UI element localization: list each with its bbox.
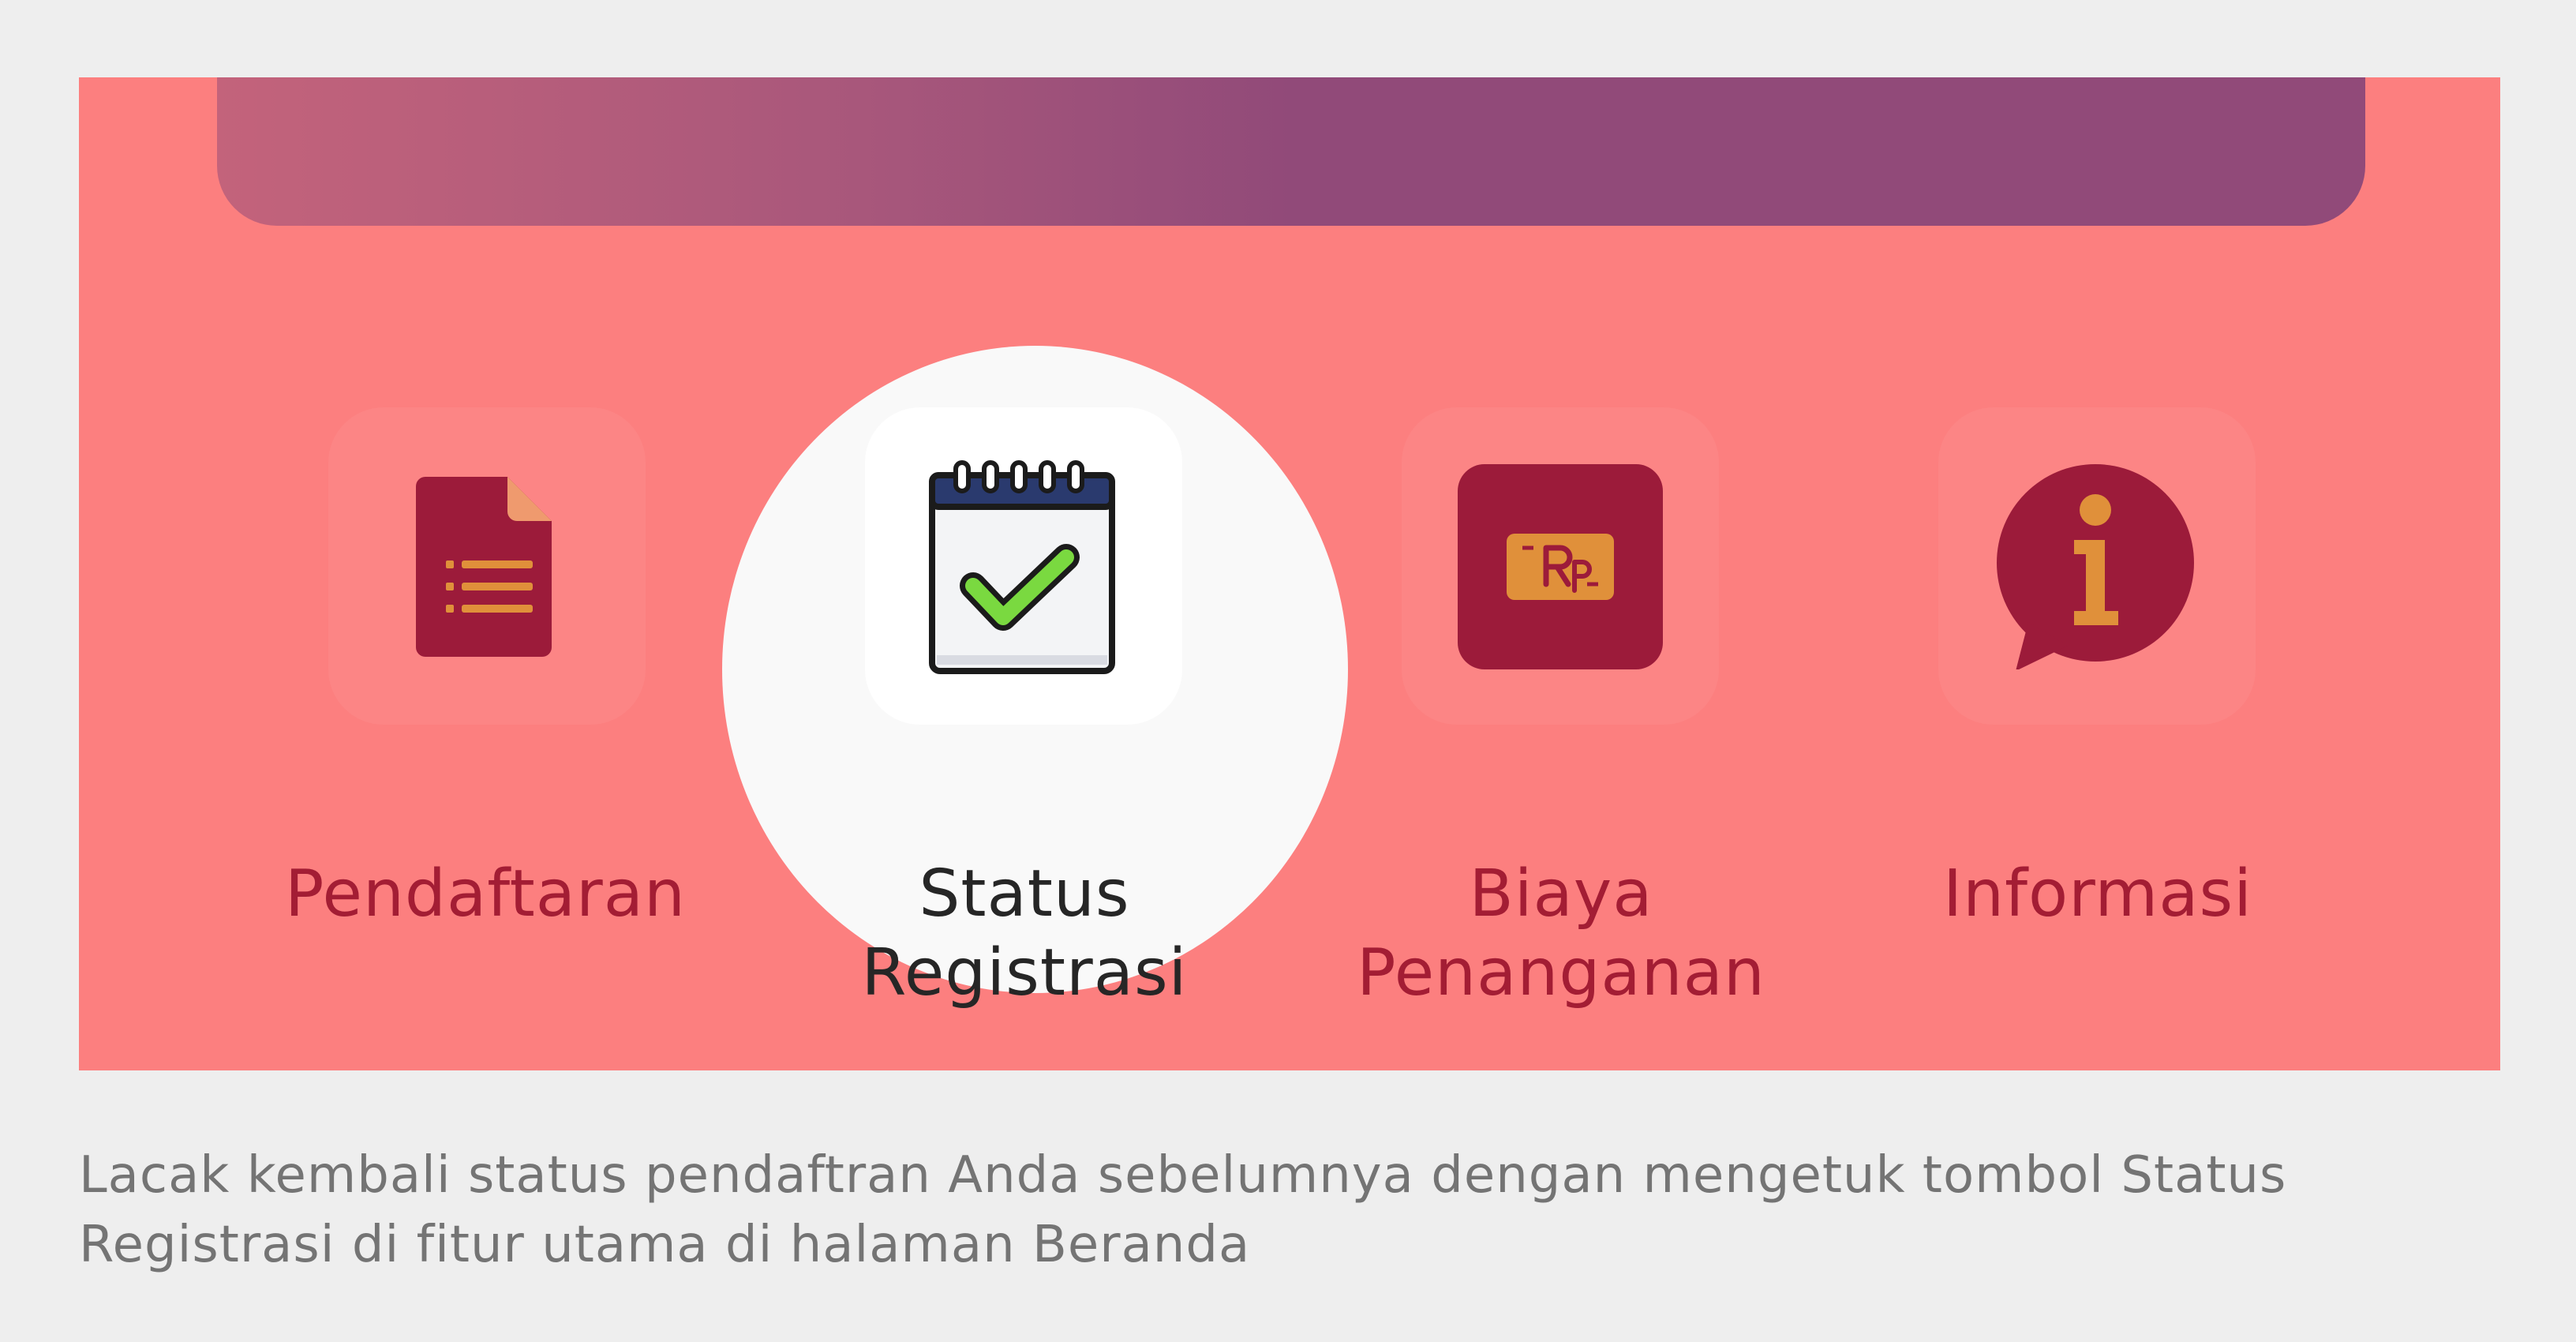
document-list-icon [414,472,560,662]
feature-panel: Pendaftaran Status Registrasi Biaya Pena… [79,77,2500,1070]
info-chat-icon [1997,464,2194,669]
header-banner [217,77,2365,226]
feature-label-informasi: Informasi [1942,857,2253,932]
feature-label-pendaftaran: Pendaftaran [284,857,686,932]
feature-label-biaya-penanganan: Biaya Penanganan [1357,857,1765,1010]
instruction-caption: Lacak kembali status pendaftran Anda seb… [79,1146,2287,1274]
feature-label-status-registrasi: Status Registrasi [861,857,1188,1010]
rupiah-money-icon [1458,464,1663,669]
calendar-check-icon [927,458,1117,677]
